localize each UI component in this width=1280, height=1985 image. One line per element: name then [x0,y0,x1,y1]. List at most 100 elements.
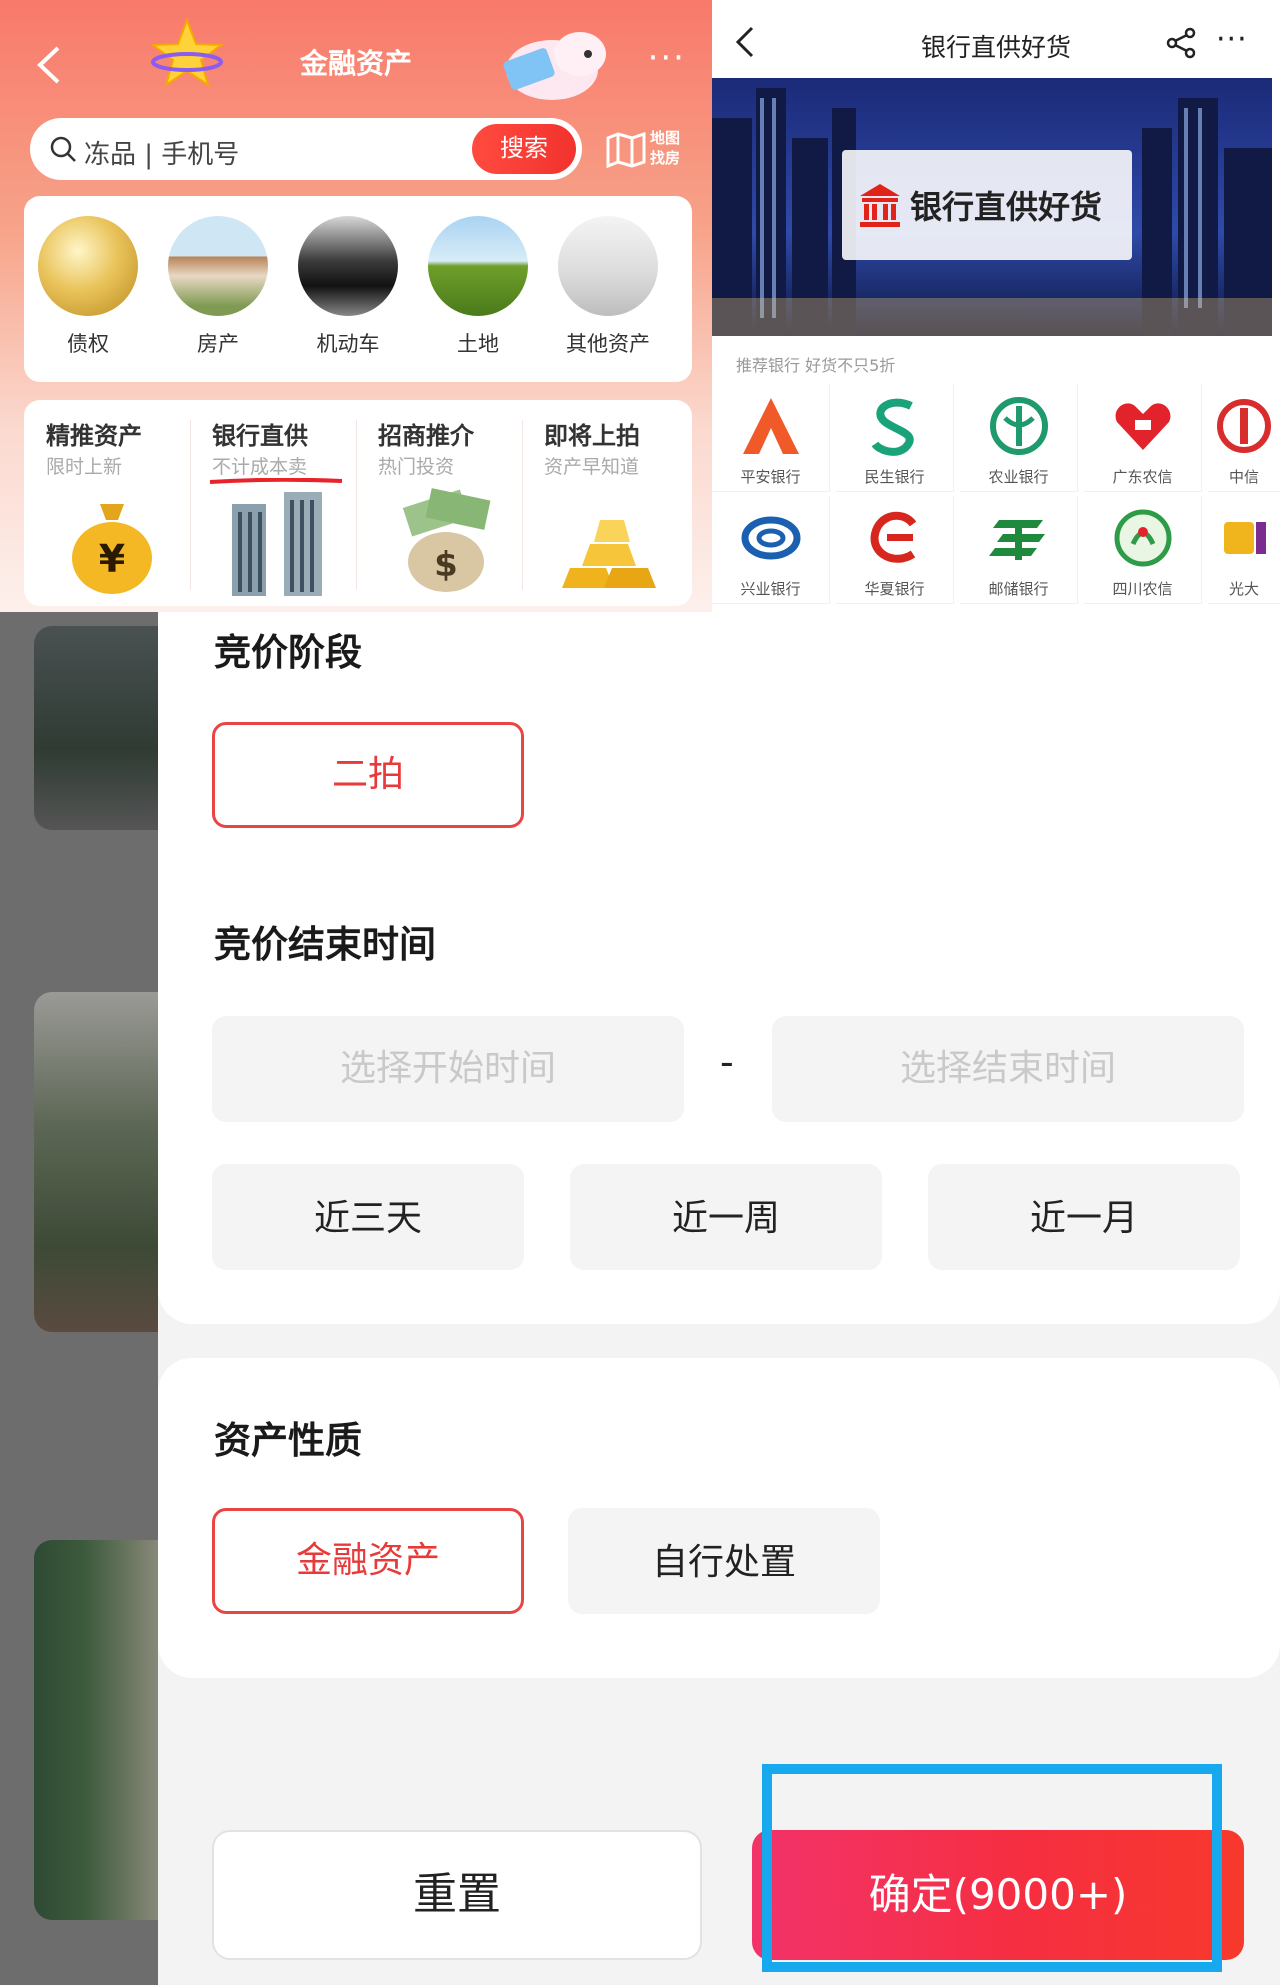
category-label: 其他资产 [566,332,650,356]
recommend-caption: 推荐银行 好货不只5折 [736,356,896,375]
quick-range-week[interactable]: 近一周 [570,1164,882,1270]
promo-subtitle: 资产早知道 [544,456,640,478]
category-other[interactable]: 其他资产 [548,216,668,358]
bank-industrial[interactable]: 兴业银行 [712,496,830,604]
filter-sheet: 竞价阶段 二拍 竞价结束时间 选择开始时间 - 选择结束时间 近三天 近一周 近… [158,612,1280,1985]
dimmed-background [0,612,160,1985]
rabbit-mascot-icon [503,32,606,100]
car-icon [298,216,398,316]
map-icon [606,131,646,169]
promo-subtitle: 不计成本卖 [212,456,308,478]
bank-guangdong-rural[interactable]: 广东农信 [1084,384,1202,492]
option-second-auction[interactable]: 二拍 [212,722,524,828]
filter-screen: 竞价阶段 二拍 竞价结束时间 选择开始时间 - 选择结束时间 近三天 近一周 近… [0,612,1280,1985]
money-bag-icon: ¥ [72,504,152,594]
share-icon[interactable] [1164,26,1198,60]
gold-bars-icon [562,520,656,588]
cib-logo-icon [741,516,800,560]
listing-thumbnail [34,992,160,1332]
bank-name: 平安银行 [740,468,801,486]
range-separator: - [720,1040,734,1084]
pingan-logo-icon [742,398,799,454]
category-house[interactable]: 房产 [158,216,278,358]
bank-sichuan-rural[interactable]: 四川农信 [1084,496,1202,604]
finance-header: 金融资产 ··· [0,0,712,120]
svg-text:¥: ¥ [99,537,125,581]
minsheng-logo-icon [871,398,914,456]
land-icon [428,216,528,316]
quick-range-3days[interactable]: 近三天 [212,1164,524,1270]
highlight-annotation [762,1764,1222,1972]
section-title-asset-nature: 资产性质 [214,1419,362,1462]
bank-name: 邮储银行 [988,580,1049,598]
bank-huaxia[interactable]: 华夏银行 [836,496,954,604]
map-search-button[interactable]: 地图找房 [604,126,694,174]
promo-featured[interactable]: 精推资产 限时上新 ¥ [32,414,192,600]
category-vehicle[interactable]: 机动车 [288,216,408,358]
more-icon[interactable]: ··· [648,38,686,78]
everbright-logo-icon [1224,522,1266,554]
bank-citic[interactable]: 中信 [1208,384,1280,492]
option-self-disposal[interactable]: 自行处置 [568,1508,880,1614]
category-label: 土地 [457,332,499,356]
banner-label: 银行直供好货 [842,150,1132,260]
more-icon[interactable]: ··· [1216,22,1248,57]
huaxia-logo-icon [870,511,916,563]
category-label: 债权 [67,332,109,356]
asset-category-grid: 债权 房产 机动车 土地 其他资产 [24,196,692,382]
bank-name: 光大 [1228,580,1259,598]
promo-title: 招商推介 [378,422,474,450]
promo-title: 即将上拍 [544,422,640,450]
quick-range-month[interactable]: 近一月 [928,1164,1240,1270]
promo-title: 精推资产 [46,422,142,450]
bank-name: 民生银行 [864,468,925,486]
house-icon [168,216,268,316]
category-debt[interactable]: 债权 [28,216,148,358]
reset-button[interactable]: 重置 [212,1830,702,1960]
section-title-end-time: 竞价结束时间 [214,923,436,966]
listing-thumbnail [34,1540,160,1920]
promo-title: 银行直供 [212,422,308,450]
search-button[interactable]: 搜索 [472,124,576,174]
map-search-label: 地图找房 [650,129,681,167]
bank-name: 农业银行 [988,468,1049,486]
promo-upcoming[interactable]: 即将上拍 资产早知道 [530,414,690,600]
bank-name: 中信 [1228,468,1259,486]
composite-screenshot: 金融资产 ··· 冻品 | 手机号 搜索 地图找房 债权 房产 机动车 土地 其… [0,0,1280,1985]
gold-coins-icon [38,216,138,316]
city-banner[interactable]: 银行直供好货 [712,78,1272,336]
divider [190,420,191,590]
bank-agricultural[interactable]: 农业银行 [960,384,1078,492]
filter-card-asset-nature: 资产性质 金融资产 自行处置 [158,1358,1280,1678]
bank-logo-grid: 平安银行 民生银行 农业银行 广东农信 中信 兴业银行 华夏银行 邮储银行 四川… [712,384,1280,612]
citic-logo-icon [1217,399,1271,453]
bank-name: 广东农信 [1112,468,1173,486]
promo-subtitle: 限时上新 [46,456,123,478]
category-label: 机动车 [316,332,380,356]
sichuan-rural-logo-icon [1114,509,1171,567]
end-time-input[interactable]: 选择结束时间 [772,1016,1244,1122]
search-bar[interactable]: 冻品 | 手机号 搜索 [30,118,582,180]
search-input[interactable]: 冻品 | 手机号 [84,134,239,171]
guangdong-rural-logo-icon [1115,403,1170,450]
option-financial-asset[interactable]: 金融资产 [212,1508,524,1614]
search-icon [50,136,76,162]
bank-everbright[interactable]: 光大 [1208,496,1280,604]
appliance-icon [558,216,658,316]
section-title-stage: 竞价阶段 [214,631,362,674]
filter-card-auction: 竞价阶段 二拍 竞价结束时间 选择开始时间 - 选择结束时间 近三天 近一周 近… [158,612,1280,1324]
promo-grid: 精推资产 限时上新 ¥ 银行直供 不计成本卖 招商推介 热门投资 $ 即将上拍 … [24,400,692,606]
bank-pingan[interactable]: 平安银行 [712,384,830,492]
listing-thumbnail [34,626,160,830]
promo-bank-direct[interactable]: 银行直供 不计成本卖 [198,414,358,600]
bank-postal[interactable]: 邮储银行 [960,496,1078,604]
banner-title: 银行直供好货 [910,188,1103,226]
start-time-input[interactable]: 选择开始时间 [212,1016,684,1122]
bank-minsheng[interactable]: 民生银行 [836,384,954,492]
abc-logo-icon [989,397,1048,455]
divider [356,420,357,590]
bank-supply-screen: 银行直供好货 ··· 银行直供好货 推荐银行 好货不只5折 平安银行 民生银行 … [712,0,1280,612]
bank-name: 四川农信 [1112,580,1173,598]
promo-investment[interactable]: 招商推介 热门投资 $ [364,414,524,600]
category-land[interactable]: 土地 [418,216,538,358]
